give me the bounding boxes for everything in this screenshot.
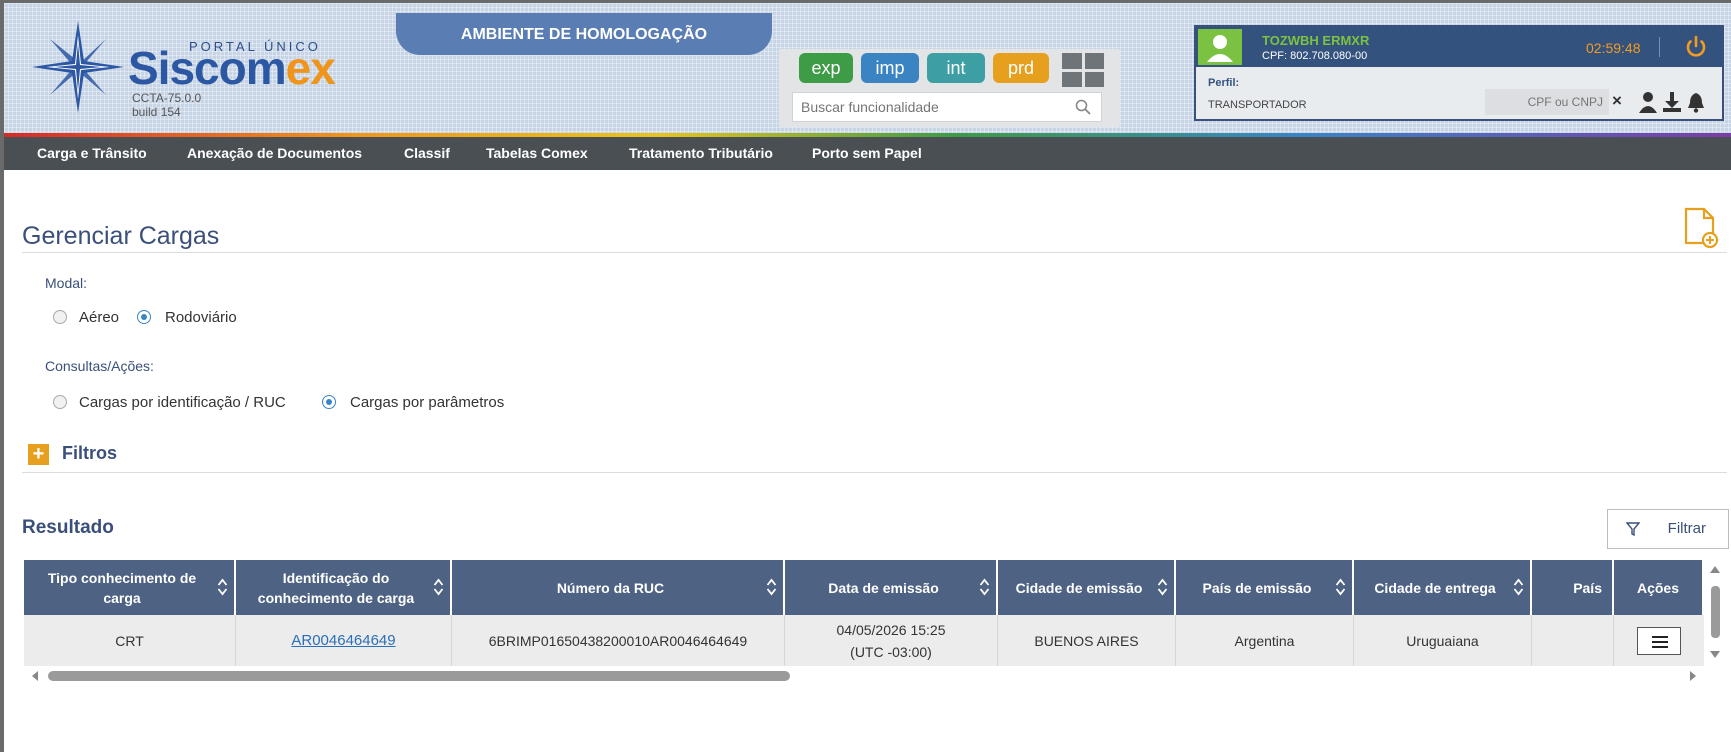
nav-classif[interactable]: Classif — [404, 137, 450, 170]
environment-banner: AMBIENTE DE HOMOLOGAÇÃO — [396, 13, 772, 55]
search-icon[interactable] — [1075, 99, 1091, 115]
power-icon[interactable] — [1682, 33, 1710, 61]
nav-tratamento-tributario[interactable]: Tratamento Tributário — [629, 137, 773, 170]
col-header-data-emissao-label: Data de emissão — [828, 579, 939, 596]
cell-data-emissao: 04/05/2026 15:25 (UTC -03:00) — [785, 615, 998, 666]
resultado-heading: Resultado — [22, 517, 114, 538]
radio-rodoviario[interactable] — [137, 310, 151, 324]
col-header-pais-emissao-label: País de emissão — [1202, 579, 1312, 596]
radio-rodoviario-label[interactable]: Rodoviário — [165, 309, 237, 326]
modal-label: Modal: — [45, 275, 88, 291]
horizontal-scrollbar[interactable] — [24, 666, 1704, 686]
radio-cargas-identificacao-label[interactable]: Cargas por identificação / RUC — [79, 394, 286, 411]
apps-grid-icon[interactable] — [1062, 53, 1104, 87]
session-timer: 02:59:48 — [1586, 40, 1641, 56]
nav-porto-sem-papel[interactable]: Porto sem Papel — [812, 137, 922, 170]
sort-icon[interactable] — [766, 577, 777, 597]
logo-sis-text: Siscom — [128, 42, 287, 94]
filtros-expand-icon[interactable]: + — [28, 444, 49, 465]
page-title: Gerenciar Cargas — [22, 222, 220, 250]
bell-icon[interactable] — [1686, 91, 1706, 113]
module-switcher: exp imp int prd — [779, 49, 1120, 127]
cell-cidade-entrega: Uruguaiana — [1354, 615, 1532, 666]
row-actions-menu-button[interactable] — [1637, 626, 1681, 655]
siscomex-logo[interactable]: Siscomex — [128, 42, 336, 94]
module-prd-button[interactable]: prd — [993, 53, 1049, 83]
new-document-icon[interactable] — [1682, 207, 1718, 249]
radio-aereo[interactable] — [53, 310, 67, 324]
perfil-value: TRANSPORTADOR — [1208, 99, 1307, 111]
col-header-identificacao[interactable]: Identificação do conhecimento de carga — [236, 560, 452, 615]
col-header-ruc[interactable]: Número da RUC — [452, 560, 785, 615]
filtrar-label: Filtrar — [1667, 520, 1706, 537]
version-info: CCTA-75.0.0 build 154 — [132, 91, 201, 119]
nav-carga-transito[interactable]: Carga e Trânsito — [37, 137, 147, 170]
module-exp-button[interactable]: exp — [799, 53, 853, 83]
results-table: Tipo conhecimento de carga Identificação… — [24, 560, 1704, 666]
cell-cidade-emissao: BUENOS AIRES — [998, 615, 1176, 666]
col-header-tipo[interactable]: Tipo conhecimento de carga — [24, 560, 236, 615]
filtrar-button[interactable]: Filtrar — [1607, 509, 1729, 549]
sort-icon[interactable] — [217, 577, 228, 597]
sort-icon[interactable] — [433, 577, 444, 597]
user-panel: TOZWBH ERMXR CPF: 802.708.080-00 02:59:4… — [1194, 25, 1724, 121]
col-header-cidade-emissao-label: Cidade de emissão — [1015, 579, 1143, 596]
funnel-icon — [1626, 522, 1640, 536]
cell-identificacao: AR0046464649 — [236, 615, 452, 666]
user-bar: TOZWBH ERMXR CPF: 802.708.080-00 02:59:4… — [1196, 27, 1722, 67]
user-cpf: CPF: 802.708.080-00 — [1262, 50, 1368, 62]
radio-aereo-label[interactable]: Aéreo — [79, 309, 119, 326]
col-header-pais[interactable]: País — [1532, 560, 1614, 615]
sort-icon[interactable] — [1335, 577, 1346, 597]
download-icon[interactable] — [1662, 91, 1682, 113]
col-header-cidade-entrega[interactable]: Cidade de entrega — [1354, 560, 1532, 615]
nav-anexacao-documentos[interactable]: Anexação de Documentos — [187, 137, 362, 170]
radio-cargas-identificacao[interactable] — [53, 395, 67, 409]
search-box — [792, 92, 1102, 122]
col-header-cidade-emissao[interactable]: Cidade de emissão — [998, 560, 1176, 615]
filtros-toggle[interactable]: Filtros — [62, 443, 117, 464]
sort-icon[interactable] — [1157, 577, 1168, 597]
version-text: CCTA-75.0.0 — [132, 91, 202, 105]
radio-cargas-parametros[interactable] — [322, 395, 336, 409]
perfil-label: Perfil: — [1208, 77, 1240, 89]
portal-header: PORTAL ÚNICO Siscomex CCTA-75.0.0 build … — [4, 3, 1731, 133]
identificacao-link[interactable]: AR0046464649 — [291, 630, 395, 652]
clear-cpf-icon[interactable]: × — [1612, 91, 1622, 111]
user-avatar-icon — [1198, 29, 1242, 65]
compass-star-logo-icon — [32, 21, 124, 113]
col-header-ruc-label: Número da RUC — [556, 579, 665, 596]
module-int-button[interactable]: int — [927, 53, 985, 83]
col-header-data-emissao[interactable]: Data de emissão — [785, 560, 998, 615]
vertical-scrollbar[interactable] — [1706, 560, 1724, 666]
radio-cargas-parametros-label[interactable]: Cargas por parâmetros — [350, 394, 504, 411]
col-header-identificacao-label: Identificação do conhecimento de carga — [257, 569, 415, 606]
col-header-acoes: Ações — [1614, 560, 1704, 615]
main-navbar: Carga e Trânsito Anexação de Documentos … — [4, 137, 1731, 170]
col-header-tipo-label: Tipo conhecimento de carga — [47, 569, 197, 606]
title-divider — [22, 252, 1727, 253]
cpf-cnpj-input[interactable] — [1485, 89, 1609, 115]
sort-icon[interactable] — [979, 577, 990, 597]
cell-acoes — [1614, 615, 1704, 666]
user-name: TOZWBH ERMXR — [1262, 33, 1370, 48]
module-imp-button[interactable]: imp — [861, 53, 919, 83]
timer-divider — [1659, 37, 1660, 57]
cell-pais — [1532, 615, 1614, 666]
cell-pais-emissao: Argentina — [1176, 615, 1354, 666]
col-header-pais-emissao[interactable]: País de emissão — [1176, 560, 1354, 615]
build-text: build 154 — [132, 105, 181, 119]
consultas-label: Consultas/Ações: — [45, 358, 154, 374]
col-header-cidade-entrega-label: Cidade de entrega — [1374, 579, 1496, 596]
filtros-divider — [22, 472, 1727, 473]
search-input[interactable] — [793, 93, 1063, 121]
logo-ex-text: ex — [285, 42, 336, 94]
cell-ruc: 6BRIMP01650438200010AR0046464649 — [452, 615, 785, 666]
nav-tabelas-comex[interactable]: Tabelas Comex — [486, 137, 588, 170]
cell-tipo: CRT — [24, 615, 236, 666]
person-icon[interactable] — [1638, 91, 1658, 113]
sort-icon[interactable] — [1513, 577, 1524, 597]
